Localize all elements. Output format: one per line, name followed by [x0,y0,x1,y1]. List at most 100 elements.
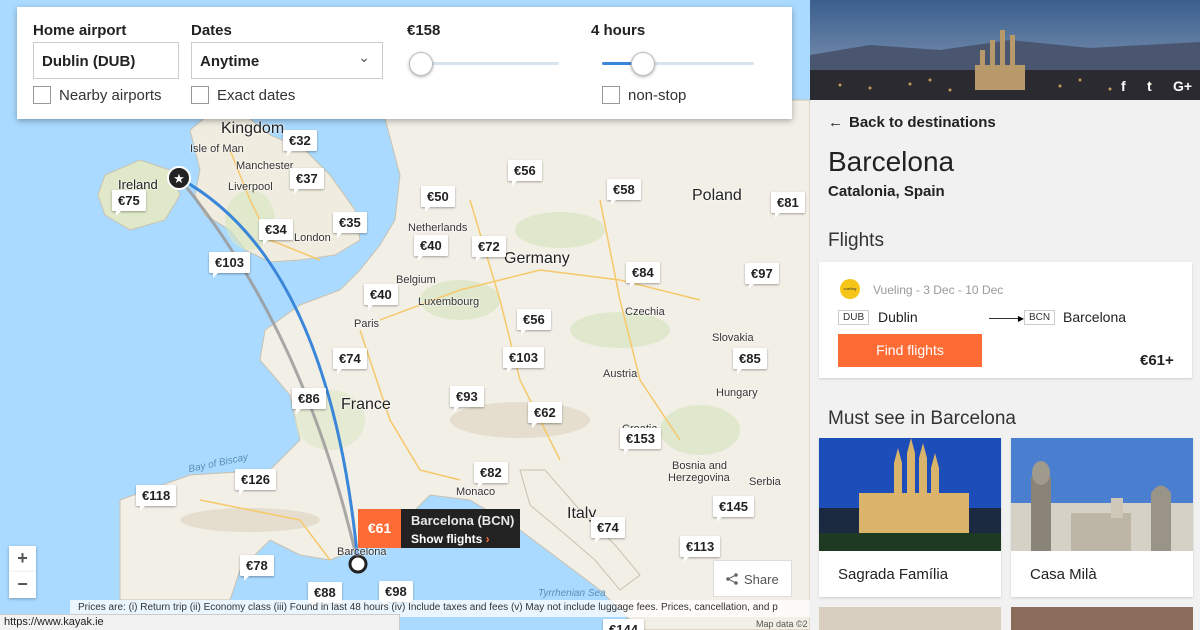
dates-select-value: Anytime [200,53,260,70]
must-see-heading: Must see in Barcelona [828,408,1016,429]
casa-mila-image [1011,438,1193,551]
map-label-austria: Austria [603,368,638,380]
dates-select[interactable]: Anytime ⌄ [191,42,383,79]
destination-code: BCN [1024,310,1056,325]
price-tag[interactable]: €72 [472,236,506,257]
google-plus-icon[interactable]: G+ [1173,78,1192,94]
back-to-destinations-link[interactable]: ← Back to destinations [828,114,996,131]
origin-name: Dublin [878,309,918,325]
share-label: Share [744,572,779,587]
nearby-airports-checkbox[interactable] [33,86,51,104]
price-tag[interactable]: €85 [733,348,767,369]
map-label-luxembourg: Luxembourg [418,296,480,308]
map-label-herzegovina: Herzegovina [668,472,730,484]
price-slider-handle[interactable] [409,52,433,76]
status-bar-url: https://www.kayak.ie [0,614,400,630]
destination-region: Catalonia, Spain [828,183,945,200]
price-tag[interactable]: €40 [364,284,398,305]
map-label-monaco: Monaco [456,486,496,498]
facebook-icon[interactable]: f [1121,78,1126,94]
price-tag[interactable]: €32 [283,130,317,151]
zoom-in-button[interactable]: + [9,546,36,572]
attraction-card-partial[interactable] [1011,607,1193,630]
price-tag[interactable]: €78 [240,555,274,576]
twitter-icon[interactable]: t [1147,78,1152,94]
sagrada-familia-image [819,438,1001,551]
price-tag[interactable]: €98 [379,581,413,602]
duration-filter-label: 4 hours [591,22,646,39]
map-attribution: Map data ©2 [756,619,808,629]
price-tag[interactable]: €144 [603,619,644,630]
map-label-belgium: Belgium [396,274,436,286]
map-label-slovakia: Slovakia [712,332,754,344]
price-tag[interactable]: €97 [745,263,779,284]
arrow-left-icon: ← [828,114,843,131]
price-tag[interactable]: €103 [503,347,544,368]
share-button[interactable]: Share [713,560,792,597]
price-tag[interactable]: €74 [333,348,367,369]
map-label-liverpool: Liverpool [228,181,273,193]
price-tag[interactable]: €93 [450,386,484,407]
destination-map[interactable]: ★ Kingdom Ireland Isle of Man Manchester… [0,0,810,630]
map-label-tyrrhenian: Tyrrhenian Sea [538,588,606,599]
price-tag[interactable]: €113 [680,536,721,557]
destination-city: Barcelona [828,146,955,177]
home-airport-label: Home airport [33,22,127,39]
price-tag[interactable]: €56 [517,309,551,330]
arrow-right-icon: ▶ [989,314,1024,323]
barcelona-hero-image: f t G+ [810,0,1200,100]
flights-heading: Flights [828,230,884,251]
map-label-bosnia: Bosnia and [672,460,728,472]
non-stop-label: non-stop [628,87,687,104]
price-tag[interactable]: €145 [713,496,754,517]
price-tag[interactable]: €81 [771,192,805,213]
show-flights-label: Show flights [411,532,483,546]
attraction-card-partial[interactable] [819,607,1001,630]
price-tag[interactable]: €84 [626,262,660,283]
selected-destination-popup[interactable]: €61 Barcelona (BCN) Show flights › [358,509,520,548]
find-flights-button[interactable]: Find flights [838,334,982,367]
price-tag[interactable]: €153 [620,428,661,449]
zoom-out-button[interactable]: − [9,572,36,598]
price-tag[interactable]: €126 [235,469,276,490]
map-label-hungary: Hungary [716,387,758,399]
price-tag[interactable]: €34 [259,219,293,240]
duration-slider-handle[interactable] [631,52,656,76]
price-tag[interactable]: €35 [333,212,367,233]
price-tag[interactable]: €74 [591,517,625,538]
price-tag[interactable]: €82 [474,462,508,483]
search-filter-panel: Home airport Dublin (DUB) Dates Anytime … [17,7,792,119]
attraction-name: Casa Milà [1030,566,1097,583]
price-tag[interactable]: €62 [528,402,562,423]
price-tag[interactable]: €58 [607,179,641,200]
attraction-card-sagrada-familia[interactable]: Sagrada Família [819,438,1001,597]
home-airport-input[interactable]: Dublin (DUB) [33,42,179,79]
flight-price: €61+ [1140,352,1174,369]
share-icon [726,573,738,585]
price-tag[interactable]: €75 [112,190,146,211]
price-tag[interactable]: €40 [414,235,448,256]
show-flights-link[interactable]: Show flights › [411,532,490,546]
price-tag[interactable]: €56 [508,160,542,181]
dates-label: Dates [191,22,232,39]
map-label-london: London [294,232,331,244]
map-label-isle-of-man: Isle of Man [190,143,244,155]
price-tag[interactable]: €118 [136,485,177,506]
selected-price: €61 [358,509,401,548]
map-label-france: France [341,396,391,413]
map-label-kingdom: Kingdom [221,120,285,137]
map-label-manchester: Manchester [236,160,294,172]
price-tag[interactable]: €50 [421,186,455,207]
map-label-poland: Poland [692,187,742,204]
map-label-czechia: Czechia [625,306,665,318]
exact-dates-label: Exact dates [217,87,296,104]
non-stop-checkbox[interactable] [602,86,620,104]
map-label-germany: Germany [504,250,570,267]
price-tag[interactable]: €103 [209,252,250,273]
price-tag[interactable]: €86 [292,388,326,409]
price-tag[interactable]: €37 [290,168,324,189]
back-label: Back to destinations [849,114,996,131]
exact-dates-checkbox[interactable] [191,86,209,104]
attraction-card-casa-mila[interactable]: Casa Milà [1011,438,1193,597]
vueling-logo: vueling [840,279,860,299]
